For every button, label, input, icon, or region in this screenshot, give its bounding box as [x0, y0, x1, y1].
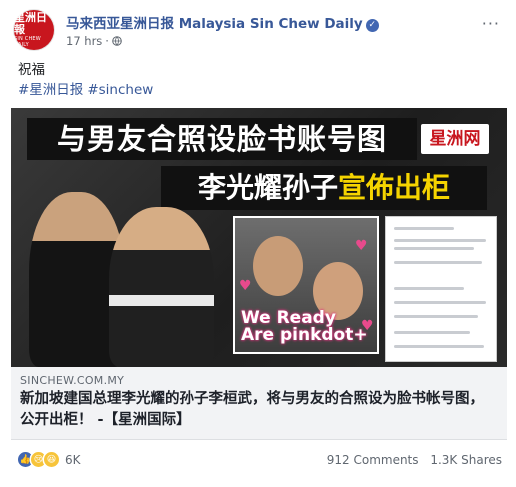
page-name[interactable]: 马来西亚星洲日报 Malaysia Sin Chew Daily: [66, 16, 363, 32]
screenshot-line: [394, 247, 474, 250]
post-timestamp[interactable]: 17 hrs: [66, 34, 102, 48]
screenshot-line: [394, 239, 486, 242]
post-text: 祝福 #星洲日报 #sinchew: [18, 60, 157, 100]
we-ready-overlay: We Ready Are pinkdot+: [241, 308, 368, 345]
avatar-logo-subtext: SIN CHEW DAILY: [14, 36, 41, 48]
link-domain: SINCHEW.COM.MY: [20, 374, 125, 387]
selfie-photo: ♥ ♥ ♥ We Ready Are pinkdot+: [233, 216, 379, 354]
person-right: [109, 207, 214, 367]
hashtag-link[interactable]: #星洲日报: [18, 82, 83, 98]
page-avatar[interactable]: 星洲日報 SIN CHEW DAILY: [14, 10, 54, 50]
avatar-logo-text: 星洲日報: [14, 11, 47, 36]
post-header: 星洲日報 SIN CHEW DAILY 马来西亚星洲日报 Malaysia Si…: [14, 8, 506, 54]
page-name-link[interactable]: 马来西亚星洲日报 Malaysia Sin Chew Daily ✓: [66, 12, 379, 32]
engagement-counts: 912 Comments 1.3K Shares: [319, 453, 502, 467]
link-preview-card[interactable]: SINCHEW.COM.MY 新加坡建国总理李光耀的孙子李桓武，将与男友的合照设…: [11, 367, 507, 440]
shares-count[interactable]: 1.3K Shares: [430, 453, 502, 467]
screenshot-line: [394, 227, 454, 230]
screenshot-line: [394, 301, 486, 304]
couple-photo: [19, 166, 239, 367]
link-preview-image[interactable]: 与男友合照设脸书账号图 星洲网 李光耀孙子宣佈出柜 ♥ ♥ ♥ We Ready…: [11, 108, 507, 367]
headline-2-part-b: 宣佈出柜: [338, 171, 451, 204]
screenshot-line: [394, 345, 484, 348]
screenshot-line: [394, 315, 478, 318]
hashtag-link[interactable]: #sinchew: [87, 82, 153, 98]
face-left: [253, 236, 303, 296]
heart-icon: ♥: [239, 278, 252, 294]
screenshot-line: [394, 331, 470, 334]
reaction-count[interactable]: 6K: [65, 453, 81, 467]
verified-badge-icon: ✓: [365, 19, 379, 32]
reactions-summary[interactable]: 👍 😢 😆 6K: [18, 452, 81, 467]
post-meta: 17 hrs ·: [66, 34, 122, 48]
meta-separator: ·: [105, 34, 109, 48]
screenshot-line: [394, 287, 464, 290]
link-title[interactable]: 新加坡建国总理李光耀的孙子李桓武，将与男友的合照设为脸书帐号图，公开出柜！ -【…: [20, 389, 498, 431]
hashtag-list: #星洲日报 #sinchew: [18, 80, 157, 100]
brand-logo: 星洲网: [421, 124, 489, 154]
globe-icon[interactable]: [112, 36, 122, 46]
image-headline-1: 与男友合照设脸书账号图: [27, 118, 417, 160]
more-options-button[interactable]: ···: [482, 14, 500, 33]
heart-icon: ♥: [355, 238, 368, 254]
facebook-screenshot: [385, 216, 497, 362]
haha-icon: 😆: [44, 452, 59, 467]
engagement-bar: 👍 😢 😆 6K 912 Comments 1.3K Shares: [18, 452, 502, 474]
post-message: 祝福: [18, 62, 45, 78]
comments-count[interactable]: 912 Comments: [327, 453, 419, 467]
screenshot-line: [394, 261, 482, 264]
